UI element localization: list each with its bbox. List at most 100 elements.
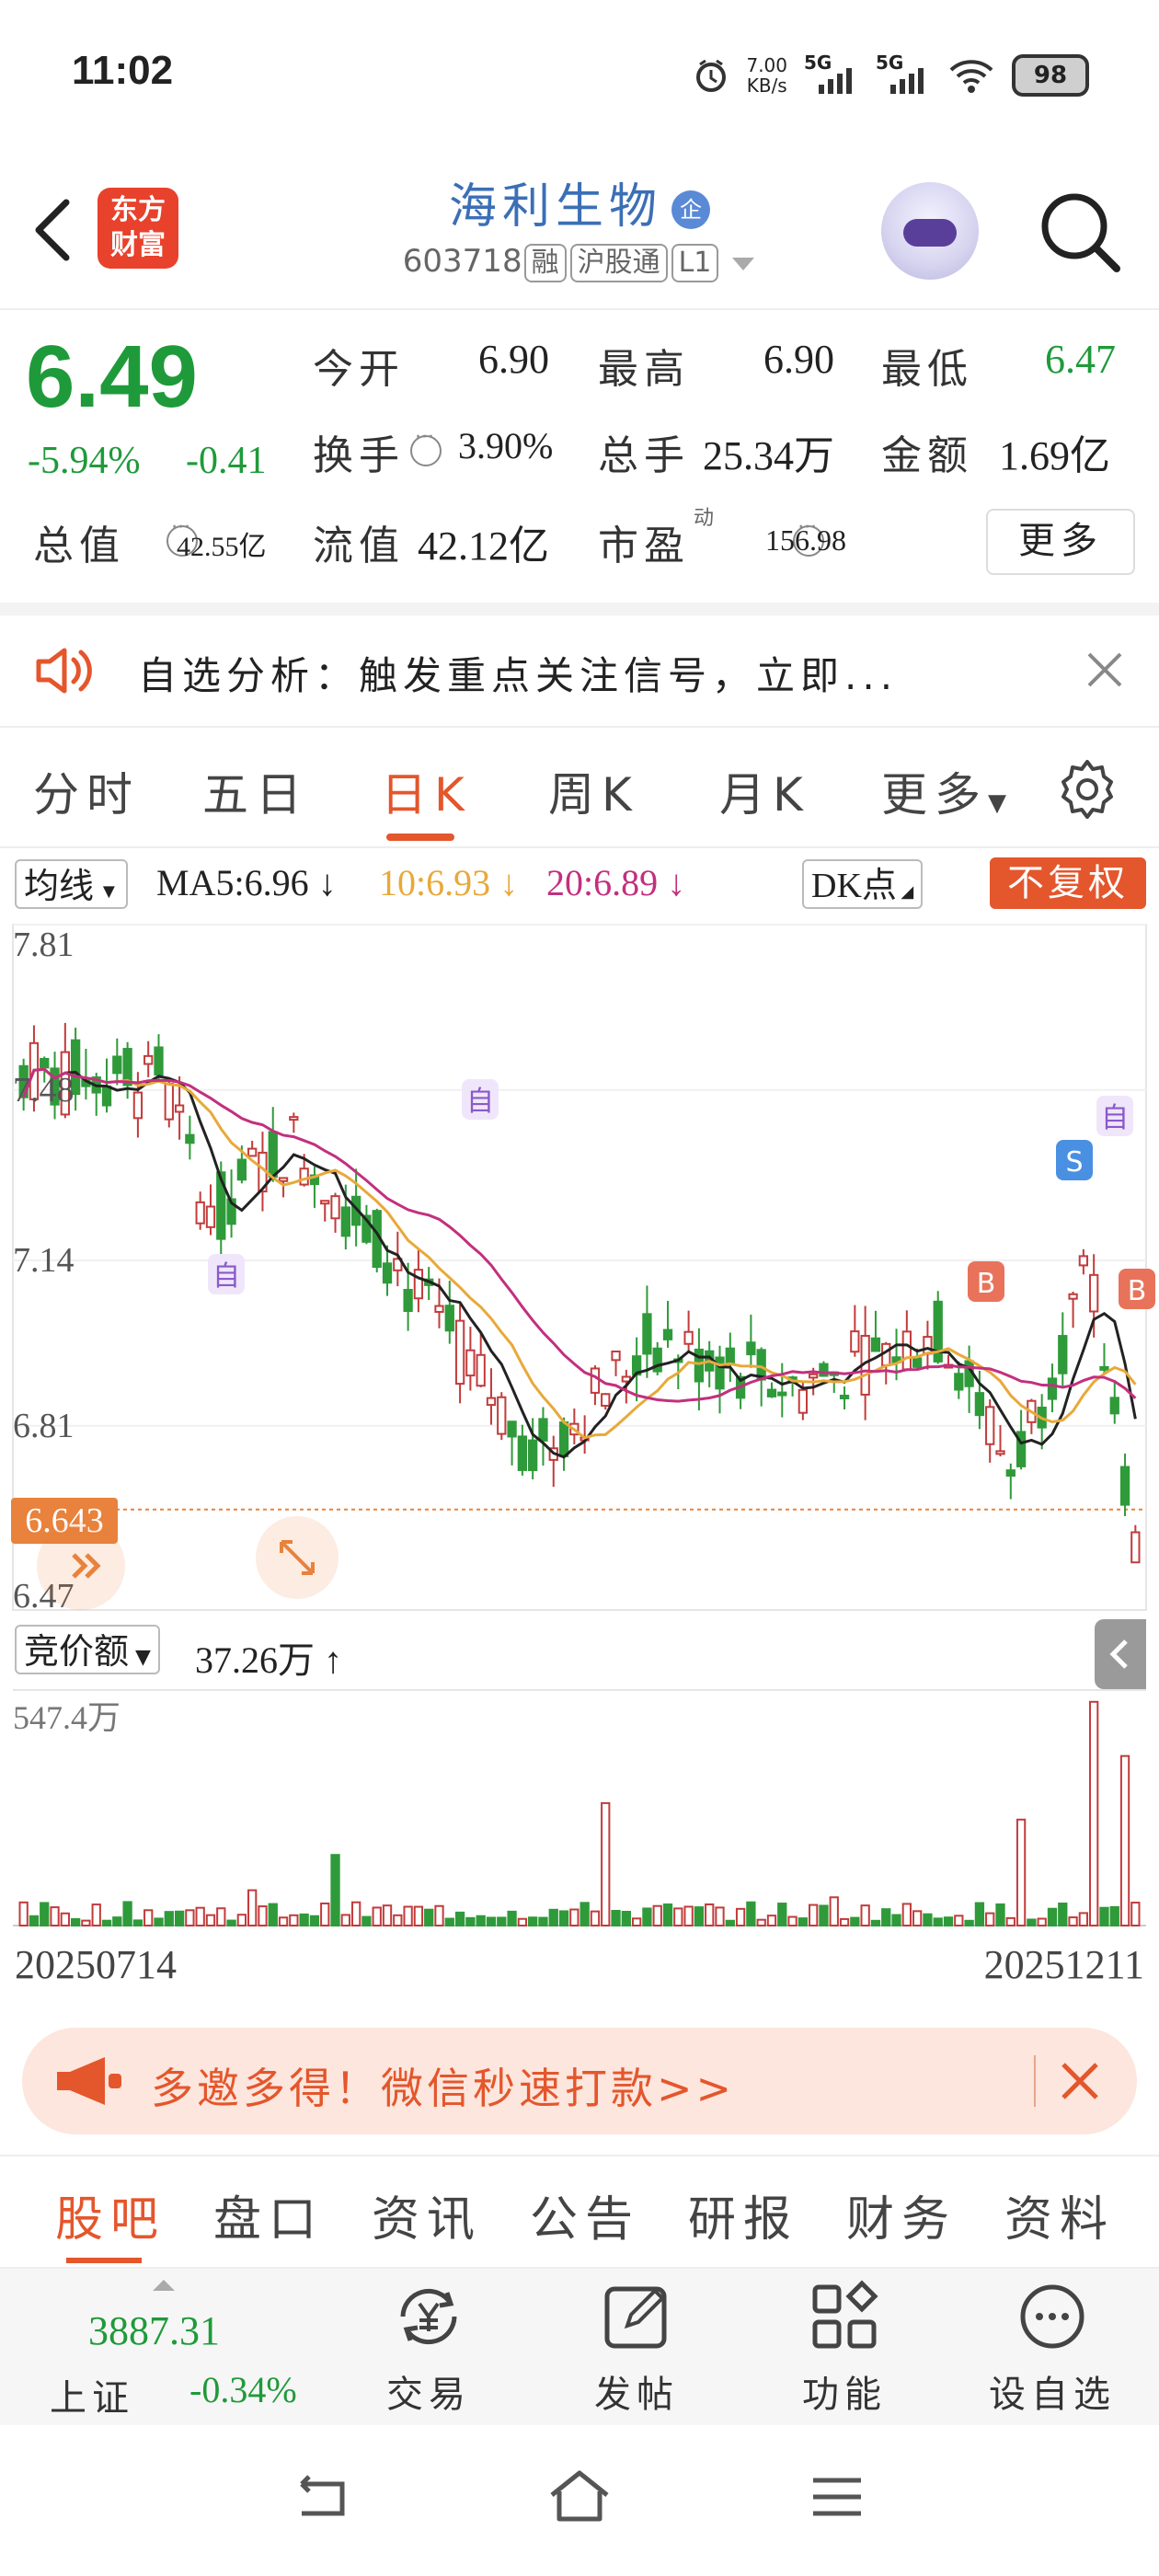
system-nav-bar: [0, 2425, 1159, 2576]
indicator-selector[interactable]: 均线 ▼: [15, 859, 129, 909]
tab-intraday[interactable]: 分时: [33, 758, 140, 824]
volume-bar: [558, 1910, 569, 1927]
add-watchlist-button[interactable]: 设自选: [979, 2280, 1126, 2418]
settings-gear-icon[interactable]: [1054, 756, 1120, 822]
low-value: 6.47: [1045, 337, 1116, 382]
close-icon[interactable]: [1084, 649, 1126, 691]
tab-research[interactable]: 研报: [688, 2180, 798, 2249]
chevron-left-icon: [1109, 1639, 1128, 1669]
volume-bar: [580, 1902, 590, 1927]
info-dots-icon[interactable]: [410, 426, 442, 466]
candle-body: [320, 1200, 330, 1205]
tab-profile[interactable]: 资料: [1004, 2180, 1115, 2249]
volume-bar: [943, 1916, 954, 1926]
volume-bar: [70, 1917, 81, 1926]
no-adjust-button[interactable]: 不复权: [990, 857, 1146, 909]
ma10-value: 10:6.93 ↓: [379, 862, 519, 903]
collapse-side-button[interactable]: [1095, 1619, 1146, 1689]
volume-bar: [350, 1901, 361, 1926]
stock-code-line[interactable]: 603718 融沪股通 L1: [0, 243, 1159, 282]
analysis-banner[interactable]: 自选分析：触发重点关注信号，立即...: [0, 615, 1159, 728]
candle-body: [185, 1133, 195, 1144]
volume-bar: [236, 1914, 247, 1926]
candle-body: [715, 1356, 725, 1390]
volume-bar: [870, 1919, 881, 1926]
volume-bar: [601, 1801, 611, 1926]
volume-bar: [91, 1903, 101, 1926]
candle-body: [1005, 1469, 1016, 1478]
post-button[interactable]: 发帖: [563, 2280, 710, 2418]
volume-bar: [995, 1903, 1005, 1926]
tab-finance[interactable]: 财务: [846, 2180, 957, 2249]
volume-bar: [50, 1906, 60, 1926]
candle-body: [1078, 1255, 1089, 1267]
tab-announcements[interactable]: 公告: [530, 2180, 640, 2249]
assistant-robot-avatar[interactable]: [881, 182, 979, 280]
tab-five-day[interactable]: 五日: [202, 758, 309, 824]
volume-bar: [787, 1915, 798, 1926]
ma20-value: 20:6.89 ↓: [546, 862, 686, 903]
volume-bar: [101, 1919, 112, 1927]
nav-menu-icon[interactable]: [809, 2473, 865, 2521]
volume-bar: [393, 1914, 403, 1927]
expand-icon: [280, 1540, 315, 1575]
trade-button[interactable]: 交易: [355, 2280, 502, 2418]
volume-bar: [320, 1902, 330, 1927]
tab-news[interactable]: 资讯: [372, 2180, 482, 2249]
volume-bar: [164, 1911, 174, 1926]
candle-body: [517, 1435, 528, 1471]
search-icon[interactable]: [1036, 188, 1124, 276]
tab-pankou[interactable]: 盘口: [213, 2180, 324, 2249]
volume-bar: [40, 1902, 50, 1926]
enterprise-badge: 企: [671, 190, 710, 229]
candle-body: [777, 1391, 787, 1397]
volume-bar: [60, 1912, 70, 1926]
megaphone-icon: [57, 2057, 121, 2105]
scroll-left-button[interactable]: [37, 1522, 125, 1610]
volume-bar: [299, 1913, 309, 1927]
more-quote-button[interactable]: 更多: [986, 509, 1135, 575]
volume-bar: [839, 1917, 850, 1927]
index-name: 上证: [50, 2377, 134, 2420]
candle-body: [278, 1177, 289, 1182]
status-icons: 7.00 KB/s 5G 5G 98: [693, 48, 1089, 103]
volume-bar: [1078, 1912, 1089, 1927]
yen-exchange-icon: [400, 2288, 457, 2345]
self-select-marker-label: 自: [466, 1086, 494, 1118]
candle-body: [985, 1406, 995, 1445]
invite-promo-banner[interactable]: 多邀多得！微信秒速打款>>: [22, 2028, 1137, 2134]
volume-bar: [29, 1915, 40, 1927]
candle-body: [413, 1269, 424, 1300]
tab-guba[interactable]: 股吧: [55, 2180, 166, 2249]
tab-monthly-k[interactable]: 月K: [719, 758, 810, 824]
candle-body: [683, 1330, 694, 1345]
volume-max-label: 547.4万: [13, 1699, 121, 1736]
close-icon[interactable]: [1056, 2057, 1104, 2105]
tab-more[interactable]: 更多▼: [881, 758, 1014, 824]
volume-bar: [725, 1919, 735, 1926]
dk-point-selector[interactable]: DK点 ◢: [802, 859, 924, 909]
volume-bar: [642, 1907, 652, 1926]
candle-body: [1099, 1365, 1109, 1371]
stock-name[interactable]: 海利生物企: [0, 167, 1159, 236]
candle-body: [143, 1054, 154, 1065]
function-button[interactable]: 功能: [771, 2280, 918, 2418]
y-tick-label: 7.14: [13, 1241, 75, 1280]
fullscreen-button[interactable]: [256, 1516, 339, 1599]
open-value: 6.90: [478, 337, 549, 382]
volume-bar: [122, 1901, 132, 1927]
change-percent: -5.94%: [28, 440, 141, 482]
volume-bar: [631, 1917, 642, 1926]
volume-bars: [13, 1689, 1146, 1927]
nav-home-icon[interactable]: [546, 2467, 613, 2526]
nav-back-icon[interactable]: [291, 2471, 355, 2526]
volume-bar: [1016, 1818, 1027, 1926]
tab-daily-k[interactable]: 日K: [381, 758, 472, 824]
volume-indicator-selector[interactable]: 竞价额 ▼: [15, 1625, 160, 1674]
kline-chart[interactable]: 7.817.487.146.816.47 自自自SB B: [0, 915, 1159, 1946]
candle-body: [601, 1393, 611, 1407]
tab-weekly-k[interactable]: 周K: [548, 758, 639, 824]
volume-bar: [1119, 1754, 1130, 1926]
mktcap-value: 42.55亿: [177, 532, 267, 562]
low-label: 最低: [881, 346, 973, 393]
